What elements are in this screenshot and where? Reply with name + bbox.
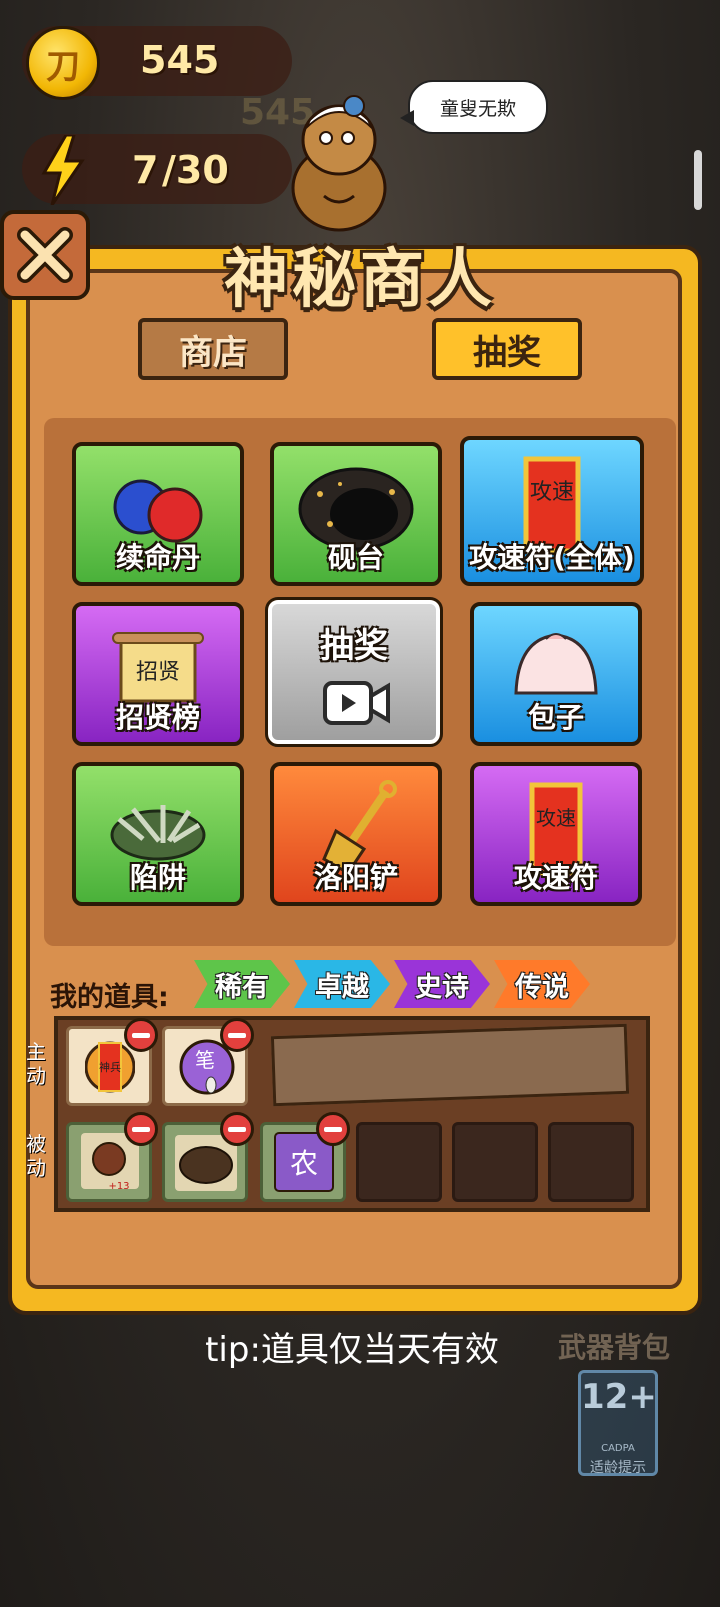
passive-label: 被动 (26, 1132, 46, 1180)
lightning-icon (41, 135, 85, 205)
close-button[interactable] (0, 210, 90, 300)
rarity-legend-tag[interactable]: 传说 (494, 960, 590, 1008)
svg-text:招贤: 招贤 (136, 660, 180, 685)
close-icon (17, 227, 73, 283)
remove-item-button[interactable] (124, 1112, 158, 1146)
merchant-speech-bubble: 童叟无欺 (400, 80, 548, 134)
lottery-video-button[interactable]: 抽奖 (265, 597, 443, 747)
locked-plank (270, 1023, 630, 1107)
tab-lottery[interactable]: 抽奖 (432, 318, 582, 380)
rarity-excellent-tag[interactable]: 卓越 (294, 960, 390, 1008)
remove-item-button[interactable] (220, 1112, 254, 1146)
coin-icon: 刀 (26, 26, 100, 100)
item-label: 招贤榜 (115, 701, 200, 734)
item-luoyang-shovel[interactable]: 洛阳铲 (270, 762, 442, 906)
rarity-label: 史诗 (415, 971, 469, 1003)
item-attack-speed[interactable]: 攻速 攻速符 (470, 762, 642, 906)
svg-text:农: 农 (290, 1147, 318, 1180)
svg-text:神兵: 神兵 (99, 1060, 121, 1074)
my-items-label: 我的道具: (50, 982, 169, 1013)
scrollbar[interactable] (694, 150, 702, 210)
svg-text:攻速: 攻速 (530, 480, 574, 505)
svg-text:攻速: 攻速 (536, 806, 576, 830)
item-label: 攻速符(全体) (469, 541, 635, 574)
panel-title: 神秘商人 (224, 243, 496, 317)
rarity-epic-tag[interactable]: 史诗 (394, 960, 490, 1008)
age-rating-note: 适龄提示 (590, 1460, 646, 1476)
weapon-bag-button[interactable]: 武器背包 (558, 1326, 670, 1366)
empty-slot[interactable] (452, 1122, 538, 1202)
energy-current: 7 (132, 148, 159, 192)
merchant-speech-text: 童叟无欺 (439, 97, 516, 120)
item-life-pill[interactable]: 续命丹 (72, 442, 244, 586)
item-inkstone[interactable]: 砚台 (270, 442, 442, 586)
item-label: 洛阳铲 (313, 861, 398, 894)
item-label: 砚台 (327, 541, 384, 574)
item-trap[interactable]: 陷阱 (72, 762, 244, 906)
item-label: 陷阱 (129, 861, 186, 894)
item-label: 攻速符 (513, 861, 598, 894)
svg-text:笔: 笔 (195, 1048, 215, 1072)
item-recruit-scroll[interactable]: 招贤 招贤榜 (72, 602, 244, 746)
empty-slot[interactable] (356, 1122, 442, 1202)
remove-item-button[interactable] (124, 1018, 158, 1052)
remove-item-button[interactable] (316, 1112, 350, 1146)
item-label: 续命丹 (115, 541, 200, 574)
rarity-label: 卓越 (315, 971, 369, 1003)
video-icon (323, 681, 390, 725)
coin-value: 545 (140, 38, 220, 82)
svg-text:+13: +13 (108, 1181, 129, 1192)
age-rating-value: 12+ (581, 1377, 657, 1417)
item-bun[interactable]: 包子 (470, 602, 642, 746)
age-rating-badge: 12+ CADPA 适龄提示 (578, 1370, 658, 1476)
tab-shop[interactable]: 商店 (138, 318, 288, 380)
merchant-character (291, 95, 387, 232)
rarity-label: 传说 (515, 971, 569, 1003)
item-attack-speed-all[interactable]: 攻速 攻速符(全体) (460, 436, 644, 586)
rarity-rare-tag[interactable]: 稀有 (194, 960, 290, 1008)
empty-slot[interactable] (548, 1122, 634, 1202)
active-label: 主动 (26, 1040, 46, 1088)
rarity-label: 稀有 (215, 971, 269, 1003)
lottery-button-label: 抽奖 (320, 626, 388, 666)
remove-item-button[interactable] (220, 1018, 254, 1052)
coin-glyph: 刀 (46, 46, 80, 87)
energy-max: /30 (162, 148, 229, 192)
age-rating-org: CADPA (601, 1443, 635, 1454)
item-label: 包子 (527, 701, 584, 734)
